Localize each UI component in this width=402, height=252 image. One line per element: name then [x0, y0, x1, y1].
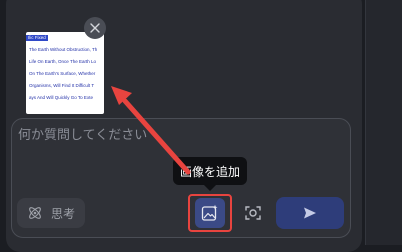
annotation-arrow	[111, 86, 191, 175]
